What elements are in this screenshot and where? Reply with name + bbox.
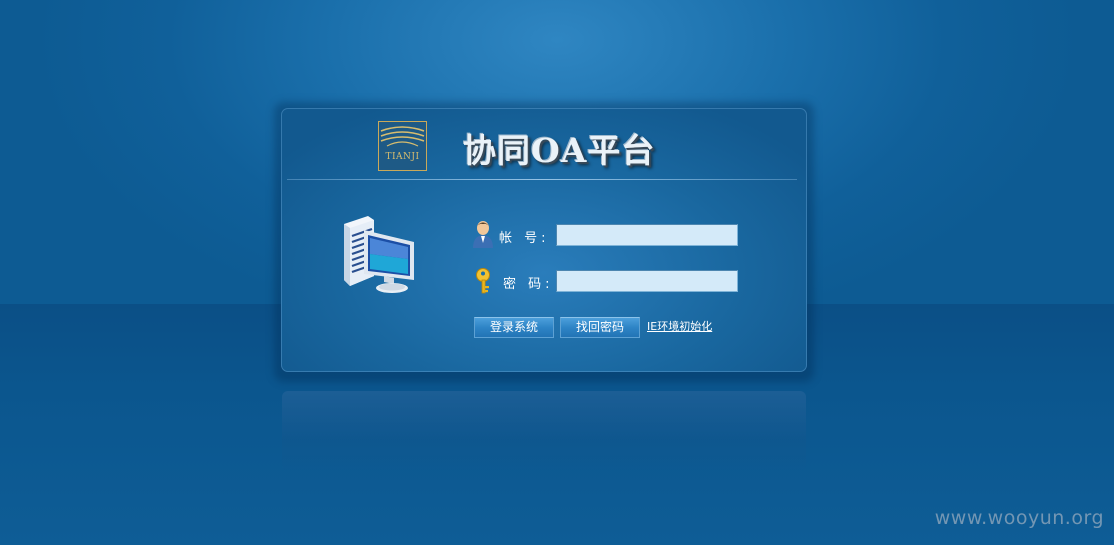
password-input[interactable] <box>556 270 738 292</box>
ie-init-link[interactable]: IE环境初始化 <box>647 318 712 334</box>
header-divider <box>287 179 797 180</box>
key-icon <box>474 267 494 296</box>
username-label: 帐 号: <box>499 231 550 246</box>
password-label: 密 码: <box>503 277 554 292</box>
computer-server-icon <box>334 214 418 298</box>
tianji-logo: TIANJI <box>378 121 427 171</box>
find-password-button[interactable]: 找回密码 <box>560 317 640 338</box>
login-panel-reflection <box>282 391 806 471</box>
user-icon <box>472 219 494 249</box>
page-title: 协同OA平台 <box>463 131 656 170</box>
login-button[interactable]: 登录系统 <box>474 317 554 338</box>
logo-text: TIANJI <box>385 152 420 162</box>
username-input[interactable] <box>556 224 738 246</box>
watermark: www.wooyun.org <box>934 507 1104 529</box>
